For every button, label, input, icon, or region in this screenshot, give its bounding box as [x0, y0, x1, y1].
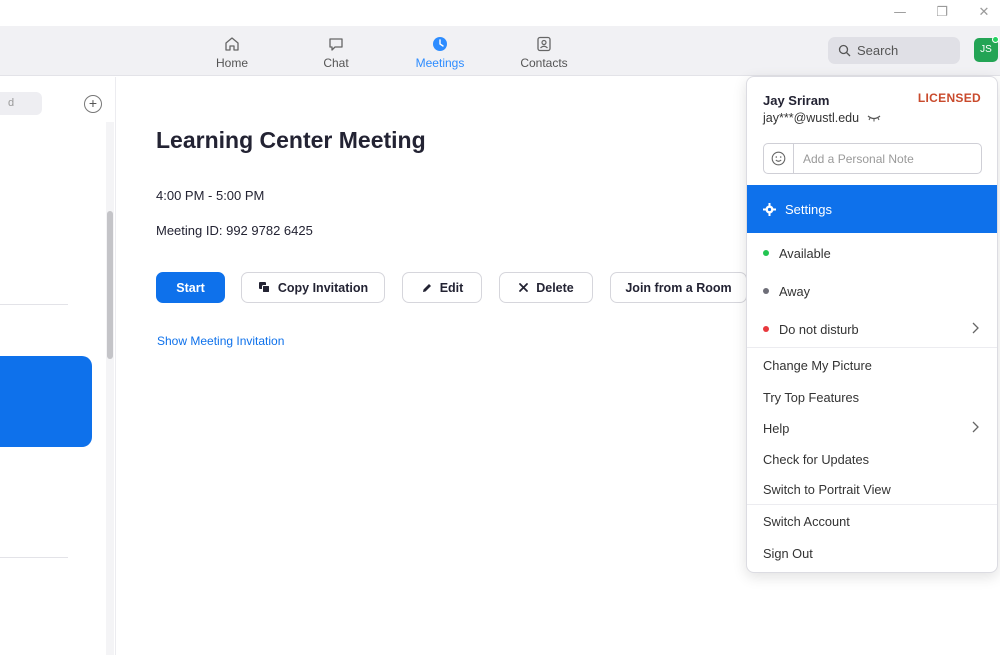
meeting-id: Meeting ID: 992 9782 6425 — [156, 223, 313, 238]
search-box[interactable]: Search — [828, 37, 960, 64]
add-meeting-icon[interactable]: + — [84, 95, 102, 113]
pencil-icon — [422, 283, 431, 292]
delete-button[interactable]: Delete — [499, 272, 593, 303]
status-dnd-label: Do not disturb — [779, 321, 859, 337]
copy-icon — [258, 282, 270, 293]
check-updates-label: Check for Updates — [763, 451, 869, 467]
minimize-icon[interactable]: — — [888, 4, 912, 22]
join-from-room-label: Join from a Room — [625, 280, 732, 295]
home-icon — [197, 34, 267, 54]
contacts-icon — [509, 34, 579, 54]
online-status-dot — [992, 36, 999, 43]
tab-contacts[interactable]: Contacts — [509, 34, 579, 70]
status-away[interactable]: Away — [747, 276, 997, 306]
user-name: Jay Sriram — [763, 93, 830, 108]
settings-menu-item[interactable]: Settings — [747, 185, 997, 233]
portrait-view-label: Switch to Portrait View — [763, 481, 891, 497]
meeting-search-input[interactable]: d — [0, 92, 42, 115]
tab-meetings[interactable]: Meetings — [405, 34, 475, 70]
copy-invitation-button[interactable]: Copy Invitation — [241, 272, 385, 303]
edit-label: Edit — [439, 280, 464, 295]
dnd-status-icon — [763, 326, 769, 332]
scrollbar-thumb[interactable] — [107, 211, 113, 359]
settings-label: Settings — [785, 201, 832, 217]
meeting-time: 4:00 PM - 5:00 PM — [156, 188, 265, 203]
gear-icon — [763, 202, 776, 216]
sign-out-item[interactable]: Sign Out — [747, 538, 997, 568]
delete-label: Delete — [536, 280, 574, 295]
status-available-label: Available — [779, 245, 831, 261]
start-button-label: Start — [176, 280, 205, 295]
tab-contacts-label: Contacts — [520, 56, 568, 70]
tab-home-label: Home — [215, 56, 248, 70]
clock-icon — [405, 34, 475, 54]
top-nav-bar: Home Chat Meetings Contacts Search JS — [0, 26, 1000, 76]
x-icon — [519, 283, 529, 292]
away-status-icon — [763, 288, 769, 294]
user-email: jay***@wustl.edu — [763, 111, 881, 125]
scrollbar-track[interactable] — [106, 122, 114, 655]
join-from-room-button[interactable]: Join from a Room — [610, 272, 747, 303]
top-features-label: Try Top Features — [763, 389, 860, 405]
left-panel: d + — [0, 77, 116, 655]
personal-note-field[interactable] — [763, 143, 982, 174]
chevron-right-icon — [972, 421, 979, 433]
help-item[interactable]: Help — [747, 413, 997, 443]
close-icon[interactable]: ✕ — [972, 4, 996, 22]
license-badge: LICENSED — [917, 91, 981, 105]
restore-icon[interactable]: ❐ — [930, 4, 954, 22]
copy-invitation-label: Copy Invitation — [277, 280, 369, 295]
status-away-label: Away — [779, 283, 811, 299]
title-bar: — ❐ ✕ — [0, 0, 1000, 26]
search-icon — [838, 44, 851, 57]
emoji-icon[interactable] — [764, 144, 794, 173]
status-available[interactable]: Available — [747, 238, 997, 268]
menu-divider — [747, 504, 997, 505]
status-do-not-disturb[interactable]: Do not disturb — [747, 314, 997, 344]
list-divider — [0, 304, 68, 305]
top-features-item[interactable]: Try Top Features — [747, 382, 997, 412]
profile-menu: Jay Sriram LICENSED jay***@wustl.edu Set… — [746, 76, 998, 573]
list-divider — [0, 557, 68, 558]
sign-out-label: Sign Out — [763, 545, 813, 561]
switch-account-item[interactable]: Switch Account — [747, 506, 997, 536]
email-text: jay***@wustl.edu — [763, 111, 860, 125]
portrait-view-item[interactable]: Switch to Portrait View — [747, 474, 997, 504]
check-updates-item[interactable]: Check for Updates — [747, 444, 997, 474]
tab-chat[interactable]: Chat — [301, 34, 371, 70]
show-meeting-invitation-link[interactable]: Show Meeting Invitation — [157, 334, 284, 348]
menu-divider — [747, 347, 997, 348]
personal-note-input[interactable] — [795, 144, 980, 173]
change-picture-label: Change My Picture — [763, 357, 872, 373]
chat-icon — [301, 34, 371, 54]
search-label: Search — [857, 43, 899, 58]
selected-meeting-card[interactable] — [0, 356, 92, 447]
available-status-icon — [763, 250, 769, 256]
tab-chat-label: Chat — [323, 56, 349, 70]
help-label: Help — [763, 420, 790, 436]
start-button[interactable]: Start — [156, 272, 225, 303]
tab-home[interactable]: Home — [197, 34, 267, 70]
tab-meetings-label: Meetings — [415, 56, 465, 70]
edit-button[interactable]: Edit — [402, 272, 482, 303]
hidden-eye-icon[interactable] — [867, 114, 881, 122]
change-picture-item[interactable]: Change My Picture — [747, 350, 997, 380]
meeting-title: Learning Center Meeting — [156, 127, 426, 153]
switch-account-label: Switch Account — [763, 513, 850, 529]
chevron-right-icon — [972, 322, 979, 334]
